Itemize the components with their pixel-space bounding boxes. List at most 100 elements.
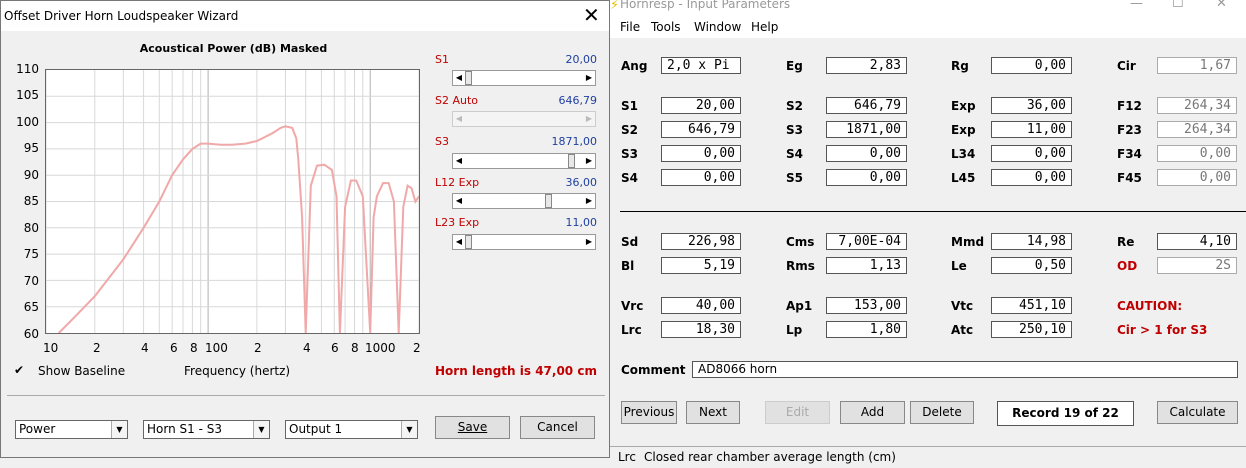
slider-l12[interactable]: ◀ ▶ xyxy=(452,193,596,209)
close-icon[interactable]: ✕ xyxy=(1216,0,1227,11)
x-tick-label: 8 xyxy=(351,341,359,355)
s3-field[interactable]: 1871,00 xyxy=(826,121,907,138)
le-field[interactable]: 0,50 xyxy=(991,257,1072,274)
output-type-select[interactable]: Power ▼ xyxy=(15,420,128,439)
exp1-field[interactable]: 36,00 xyxy=(991,97,1072,114)
slider-thumb[interactable] xyxy=(465,71,472,85)
slider-thumb[interactable] xyxy=(568,154,576,168)
status-bar: Lrc Closed rear chamber average length (… xyxy=(610,446,1246,468)
x-tick-label: 10 xyxy=(43,341,59,355)
comment-field[interactable]: AD8066 horn xyxy=(692,361,1238,378)
cancel-button[interactable]: Cancel xyxy=(520,416,595,439)
frequency-response-plot xyxy=(45,69,420,334)
s4-field[interactable]: 0,00 xyxy=(826,145,907,162)
s3-label: S3 xyxy=(786,123,803,137)
l45-field[interactable]: 0,00 xyxy=(991,169,1072,186)
slider-s2: ◀ ▶ xyxy=(452,111,596,127)
show-baseline-checkbox[interactable]: ✔ xyxy=(14,363,24,377)
slider-right-icon: ▶ xyxy=(585,114,593,123)
slider-left-icon[interactable]: ◀ xyxy=(453,154,465,168)
y-tick-label: 105 xyxy=(16,88,39,102)
s2b-label: S2 xyxy=(621,123,638,137)
slider-right-icon[interactable]: ▶ xyxy=(583,235,595,249)
show-baseline-label[interactable]: Show Baseline xyxy=(38,364,125,378)
menu-tools[interactable]: Tools xyxy=(651,20,681,34)
delete-button[interactable]: Delete xyxy=(910,401,974,424)
output-select[interactable]: Output 1 ▼ xyxy=(285,420,418,439)
slider-left-icon[interactable]: ◀ xyxy=(453,71,465,85)
chevron-down-icon[interactable]: ▼ xyxy=(111,421,127,438)
ang-field[interactable]: 2,0 x Pi xyxy=(661,57,741,74)
s4b-label: S4 xyxy=(621,171,638,185)
previous-button[interactable]: Previous xyxy=(621,401,677,424)
add-button[interactable]: Add xyxy=(840,401,905,424)
rms-field[interactable]: 1,13 xyxy=(826,257,907,274)
menu-file[interactable]: File xyxy=(620,20,640,34)
slider-value-s3: 1871,00 xyxy=(551,135,598,148)
slider-label-l23: L23 Exp xyxy=(435,216,480,229)
sd-field[interactable]: 226,98 xyxy=(661,233,741,250)
slider-value-l23: 11,00 xyxy=(565,216,598,229)
x-tick-label: 2 xyxy=(413,341,421,355)
window-title: Hornresp - Input Parameters xyxy=(620,0,791,11)
maximize-icon[interactable]: ☐ xyxy=(1172,0,1184,11)
slider-left-icon[interactable]: ◀ xyxy=(453,194,465,208)
next-button[interactable]: Next xyxy=(686,401,740,424)
slider-right-icon[interactable]: ▶ xyxy=(583,194,595,208)
rg-field[interactable]: 0,00 xyxy=(991,57,1072,74)
cms-field[interactable]: 7,00E-04 xyxy=(826,233,907,250)
bl-field[interactable]: 5,19 xyxy=(661,257,741,274)
menu-help[interactable]: Help xyxy=(751,20,778,34)
slider-s1[interactable]: ◀ ▶ xyxy=(452,70,596,86)
minimize-icon[interactable]: — xyxy=(1130,0,1143,11)
save-button[interactable]: Save xyxy=(435,416,510,439)
slider-value-s2: 646,79 xyxy=(558,94,598,107)
f45-label: F45 xyxy=(1117,171,1142,185)
lrc-field[interactable]: 18,30 xyxy=(661,321,741,338)
mmd-field[interactable]: 14,98 xyxy=(991,233,1072,250)
cir-field: 1,67 xyxy=(1157,57,1237,74)
close-icon[interactable]: ✕ xyxy=(583,3,600,27)
output-type-value: Power xyxy=(19,422,56,436)
calculate-button[interactable]: Calculate xyxy=(1157,401,1238,424)
slider-thumb[interactable] xyxy=(465,235,472,249)
lp-field[interactable]: 1,80 xyxy=(826,321,907,338)
y-tick-label: 80 xyxy=(23,221,39,235)
s3b-field[interactable]: 0,00 xyxy=(661,145,741,162)
menu-window[interactable]: Window xyxy=(694,20,741,34)
acoustical-power-series xyxy=(58,125,419,333)
mmd-label: Mmd xyxy=(951,235,985,249)
s5-field[interactable]: 0,00 xyxy=(826,169,907,186)
rms-label: Rms xyxy=(786,259,815,273)
hornresp-window: ⚡ Hornresp - Input Parameters — ☐ ✕ File… xyxy=(610,0,1246,467)
eg-field[interactable]: 2,83 xyxy=(826,57,907,74)
s2-field[interactable]: 646,79 xyxy=(826,97,907,114)
horn-segment-select[interactable]: Horn S1 - S3 ▼ xyxy=(143,420,270,439)
s2b-field[interactable]: 646,79 xyxy=(661,121,741,138)
re-field[interactable]: 4,10 xyxy=(1157,233,1237,250)
s1-field[interactable]: 20,00 xyxy=(661,97,741,114)
lp-label: Lp xyxy=(786,323,803,337)
output-value: Output 1 xyxy=(289,422,343,436)
edit-button[interactable]: Edit xyxy=(765,401,830,424)
vtc-field[interactable]: 451,10 xyxy=(991,297,1072,314)
l34-field[interactable]: 0,00 xyxy=(991,145,1072,162)
cir-label: Cir xyxy=(1117,59,1136,73)
f12-field: 264,34 xyxy=(1157,97,1237,114)
slider-right-icon[interactable]: ▶ xyxy=(583,71,595,85)
ap1-field[interactable]: 153,00 xyxy=(826,297,907,314)
le-label: Le xyxy=(951,259,967,273)
vrc-field[interactable]: 40,00 xyxy=(661,297,741,314)
exp2-field[interactable]: 11,00 xyxy=(991,121,1072,138)
atc-field[interactable]: 250,10 xyxy=(991,321,1072,338)
x-tick-label: 1000 xyxy=(365,341,396,355)
slider-s3[interactable]: ◀ ▶ xyxy=(452,153,596,169)
slider-l23[interactable]: ◀ ▶ xyxy=(452,234,596,250)
slider-right-icon[interactable]: ▶ xyxy=(583,154,595,168)
slider-thumb[interactable] xyxy=(544,194,552,208)
chevron-down-icon[interactable]: ▼ xyxy=(401,421,417,438)
slider-left-icon[interactable]: ◀ xyxy=(453,235,465,249)
s4b-field[interactable]: 0,00 xyxy=(661,169,741,186)
f23-label: F23 xyxy=(1117,123,1142,137)
chevron-down-icon[interactable]: ▼ xyxy=(253,421,269,438)
